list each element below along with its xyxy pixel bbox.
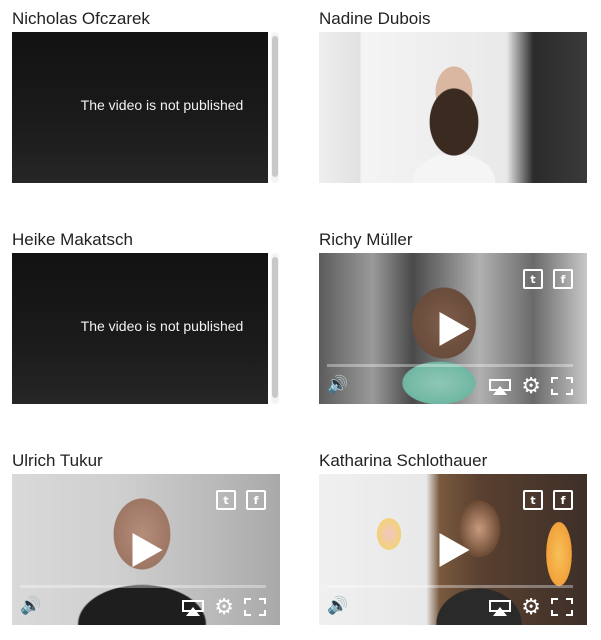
airplay-icon[interactable] <box>489 379 511 395</box>
gear-icon[interactable]: ⚙ <box>214 597 234 619</box>
video-player[interactable]: t f 🔊 ⚙ <box>319 253 587 404</box>
play-icon[interactable] <box>439 311 470 346</box>
scrollbar-thumb[interactable] <box>272 257 278 398</box>
video-player[interactable]: t f 🔊 ⚙ <box>319 474 587 625</box>
video-controls: 🔊 ⚙ <box>319 364 587 404</box>
video-thumbnail[interactable] <box>319 32 587 183</box>
progress-bar[interactable] <box>327 364 573 367</box>
play-icon[interactable] <box>132 532 163 567</box>
actor-name: Heike Makatsch <box>12 230 133 249</box>
play-icon[interactable] <box>439 532 470 567</box>
actor-name: Katharina Schlothauer <box>319 451 488 470</box>
unpublished-message: The video is not published <box>80 318 244 334</box>
airplay-icon[interactable] <box>489 600 511 616</box>
video-frame-unpublished: The video is not published <box>12 253 268 404</box>
fullscreen-icon[interactable] <box>244 598 266 616</box>
video-controls: 🔊 ⚙ <box>319 585 587 625</box>
scrollbar[interactable] <box>271 253 279 404</box>
progress-bar[interactable] <box>327 585 573 588</box>
actor-name: Ulrich Tukur <box>12 451 103 470</box>
video-controls: 🔊 ⚙ <box>12 585 280 625</box>
fullscreen-icon[interactable] <box>551 598 573 616</box>
unpublished-message: The video is not published <box>80 97 244 113</box>
video-frame-unpublished: The video is not published <box>12 32 268 183</box>
airplay-icon[interactable] <box>182 600 204 616</box>
twitter-icon[interactable]: t <box>216 490 236 510</box>
actor-name: Nadine Dubois <box>319 9 431 28</box>
twitter-icon[interactable]: t <box>523 269 543 289</box>
volume-icon[interactable]: 🔊 <box>20 596 41 616</box>
video-card-katharina-schlothauer: Katharina Schlothauer t f 🔊 ⚙ <box>319 450 589 625</box>
scrollbar-thumb[interactable] <box>272 36 278 177</box>
actor-name: Nicholas Ofczarek <box>12 9 150 28</box>
volume-icon[interactable]: 🔊 <box>327 375 348 395</box>
portrait-image <box>319 32 587 183</box>
actor-name: Richy Müller <box>319 230 413 249</box>
gear-icon[interactable]: ⚙ <box>521 597 541 619</box>
video-card-nadine-dubois: Nadine Dubois <box>319 8 589 183</box>
facebook-icon[interactable]: f <box>246 490 266 510</box>
fullscreen-icon[interactable] <box>551 377 573 395</box>
progress-bar[interactable] <box>20 585 266 588</box>
video-player[interactable]: t f 🔊 ⚙ <box>12 474 280 625</box>
facebook-icon[interactable]: f <box>553 269 573 289</box>
video-card-nicholas-ofczarek: Nicholas Ofczarek The video is not publi… <box>12 8 282 183</box>
video-card-ulrich-tukur: Ulrich Tukur t f 🔊 ⚙ <box>12 450 282 625</box>
video-card-richy-mueller: Richy Müller t f 🔊 ⚙ <box>319 229 589 404</box>
video-card-heike-makatsch: Heike Makatsch The video is not publishe… <box>12 229 282 404</box>
twitter-icon[interactable]: t <box>523 490 543 510</box>
facebook-icon[interactable]: f <box>553 490 573 510</box>
volume-icon[interactable]: 🔊 <box>327 596 348 616</box>
gear-icon[interactable]: ⚙ <box>521 376 541 398</box>
scrollbar[interactable] <box>271 32 279 183</box>
